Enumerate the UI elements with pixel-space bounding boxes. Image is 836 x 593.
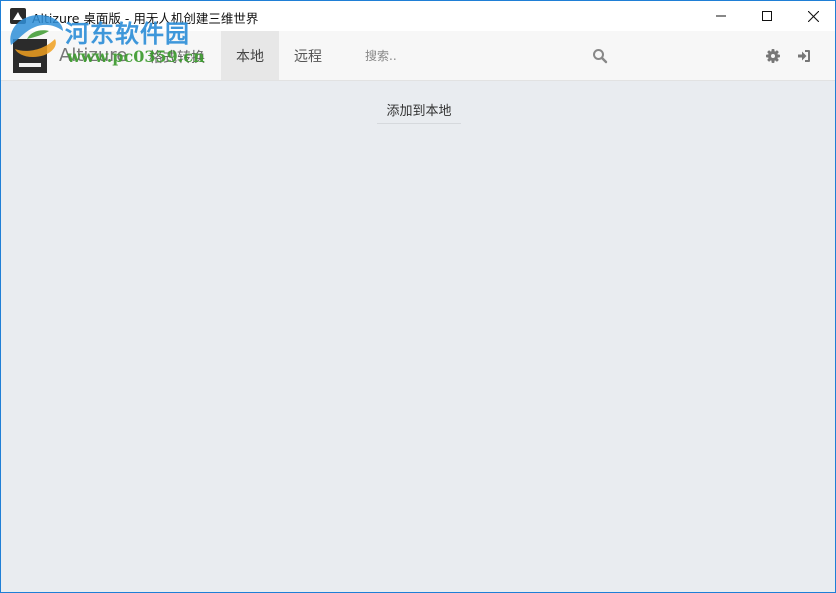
tab-remote-label: 远程: [294, 48, 322, 65]
maximize-button[interactable]: [744, 1, 790, 31]
search-icon[interactable]: [592, 48, 608, 64]
tab-local[interactable]: 本地: [221, 31, 279, 80]
main-content: 添加到本地: [1, 82, 835, 592]
minimize-icon: [716, 15, 726, 17]
watermark-url: www.pc0359.cn: [67, 47, 205, 66]
sign-in-icon[interactable]: [796, 48, 812, 64]
watermark-logo: [10, 15, 64, 57]
app-window: Altizure 桌面版 - 用无人机创建三维世界 Altizure 格式转换 …: [0, 0, 836, 593]
gear-icon[interactable]: [765, 48, 781, 64]
close-button[interactable]: [790, 1, 835, 31]
watermark-site-name: 河东软件园: [65, 19, 190, 48]
add-to-local-button[interactable]: 添加到本地: [377, 96, 461, 124]
minimize-button[interactable]: [698, 1, 744, 31]
close-icon: [807, 10, 819, 22]
maximize-icon: [762, 11, 772, 21]
search-input[interactable]: [357, 43, 613, 69]
tab-local-label: 本地: [236, 48, 264, 65]
tab-remote[interactable]: 远程: [279, 31, 337, 80]
